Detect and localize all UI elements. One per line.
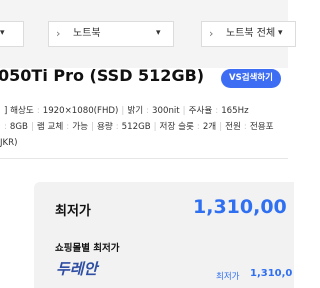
lowest-price-value[interactable]: 1,310,00 (193, 196, 287, 218)
product-title: 050Ti Pro (SSD 512GB) (0, 66, 205, 85)
chevron-down-icon: ▾ (156, 28, 161, 38)
spec-key: 전원 (225, 122, 241, 132)
mall-lowest-price-value[interactable]: 1,310,0 (250, 268, 292, 279)
breadcrumb-bar: ▾ › 노트북 ▾ › 노트북 전체 ▾ (0, 0, 296, 68)
mall-price-heading: 쇼핑몰별 최저가 (55, 243, 120, 254)
spec-value: 512GB (121, 122, 151, 132)
spec-key: 램 교체 (36, 122, 64, 132)
spec-value: 2개 (202, 122, 217, 132)
vs-compare-button[interactable]: VS검색하기 (221, 69, 281, 88)
spec-line-2: :8GB | 램 교체: 가능 | 용량:512GB | 저장 슬롯:2개 | 전원: 전용포 (4, 122, 274, 132)
breadcrumb-item-laptop[interactable]: › 노트북 ▾ (48, 21, 174, 47)
spec-value: 가능 (72, 122, 89, 132)
spec-value: 8GB (9, 122, 28, 132)
mall-lowest-price-label: 최저가 (216, 272, 240, 282)
mall-logo[interactable]: 두레안 (56, 258, 97, 279)
spec-value: 300nit (152, 106, 180, 116)
breadcrumb-label: 노트북 전체 (226, 28, 276, 39)
breadcrumb-item-laptop-all[interactable]: › 노트북 전체 ▾ (201, 21, 296, 47)
spec-key: 주사율 (188, 106, 213, 116)
chevron-down-icon: ▾ (278, 28, 283, 38)
spec-key: 밝기 (127, 106, 144, 116)
breadcrumb-label: 노트북 (73, 28, 101, 39)
spec-line-3: JKR) (0, 138, 18, 148)
chevron-right-icon: › (56, 27, 61, 40)
spec-key: 해상도 (10, 106, 34, 116)
chevron-down-icon: ▾ (0, 28, 5, 38)
spec-line-1: ] 해상도:1920×1080(FHD) | 밝기:300nit | 주사율:165Hz (4, 106, 249, 116)
chevron-right-icon: › (209, 27, 214, 40)
spec-value: 165Hz (221, 106, 249, 116)
spec-key: 저장 슬롯 (159, 122, 194, 132)
spec-key: 용량 (96, 122, 113, 132)
spec-value: 1920×1080(FHD) (42, 106, 119, 116)
breadcrumb-item-category[interactable]: ▾ (0, 21, 24, 47)
lowest-price-label: 최저가 (55, 204, 91, 219)
spec-value: 전용포 (249, 122, 274, 132)
divider (0, 158, 288, 159)
